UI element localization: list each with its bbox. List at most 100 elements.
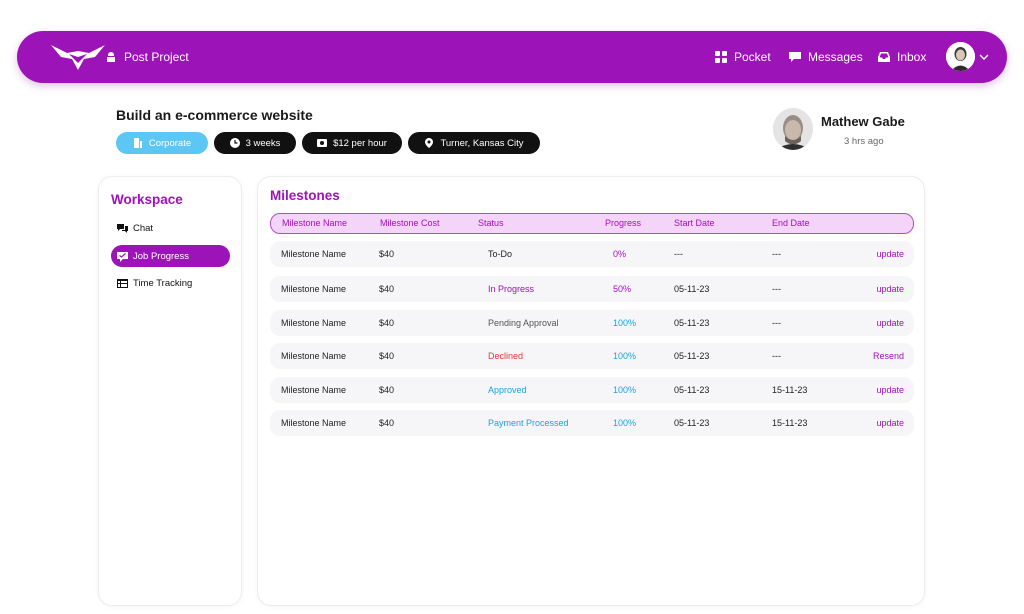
nav-messages[interactable]: Messages xyxy=(789,31,863,83)
column-header-status: Status xyxy=(478,218,504,228)
top-navbar: Post Project Pocket Messages Inbox xyxy=(17,31,1007,83)
column-header-progress: Progress xyxy=(605,218,642,228)
milestone-cost-cell: $40 xyxy=(379,249,395,259)
table-row: Milestone Name $40 To-Do 0% --- --- update xyxy=(270,241,914,267)
table-row: Milestone Name $40 Declined 100% 05-11-23 ---… xyxy=(270,343,914,369)
tag-duration: 3 weeks xyxy=(214,132,296,154)
table-row: Milestone Name $40 In Progress 50% 05-11-23 -… xyxy=(270,276,914,302)
nav-pocket-label: Pocket xyxy=(734,50,771,64)
tag-location-label: Turner, Kansas City xyxy=(440,137,524,149)
sidebar-item-label: Time Tracking xyxy=(133,277,193,289)
milestone-end-date-cell: 15-11-23 xyxy=(772,418,808,428)
milestone-action-link[interactable]: update xyxy=(876,318,904,328)
milestone-start-date-cell: 05-11-23 xyxy=(674,385,710,395)
client-timestamp: 3 hrs ago xyxy=(844,136,884,147)
milestone-end-date-cell: --- xyxy=(772,351,781,361)
table-icon xyxy=(117,278,128,288)
user-avatar-image xyxy=(946,42,975,71)
clock-icon xyxy=(229,138,240,148)
sidebar-item-label: Chat xyxy=(133,222,154,234)
progress-icon xyxy=(117,251,128,262)
post-project-icon xyxy=(107,52,115,62)
milestone-progress-cell: 100% xyxy=(613,351,637,361)
milestone-name-cell: Milestone Name xyxy=(281,284,347,294)
chevron-down-icon[interactable] xyxy=(979,52,989,62)
milestone-status-cell: Pending Approval xyxy=(488,318,559,328)
sidebar-item-time-tracking[interactable]: Time Tracking xyxy=(111,272,230,294)
column-header-start-date: Start Date xyxy=(674,218,715,228)
user-avatar[interactable] xyxy=(946,42,975,71)
column-header-cost: Milestone Cost xyxy=(380,218,440,228)
chat-icon xyxy=(117,223,128,233)
client-avatar[interactable] xyxy=(773,108,813,150)
sidebar-title: Workspace xyxy=(111,192,183,207)
milestone-name-cell: Milestone Name xyxy=(281,385,347,395)
milestone-start-date-cell: 05-11-23 xyxy=(674,318,710,328)
milestone-progress-cell: 100% xyxy=(613,385,637,395)
milestone-end-date-cell: --- xyxy=(772,284,781,294)
milestone-cost-cell: $40 xyxy=(379,284,395,294)
tag-location: Turner, Kansas City xyxy=(408,132,540,154)
milestone-action-link[interactable]: update xyxy=(876,284,904,294)
milestone-cost-cell: $40 xyxy=(379,318,395,328)
nav-inbox-label: Inbox xyxy=(897,50,927,64)
post-project-link[interactable]: Post Project xyxy=(105,31,189,83)
milestone-start-date-cell: 05-11-23 xyxy=(674,284,710,294)
milestone-status-cell: Declined xyxy=(488,351,524,361)
grid-icon xyxy=(715,51,727,63)
inbox-icon xyxy=(878,52,890,62)
milestone-start-date-cell: 05-11-23 xyxy=(674,418,710,428)
milestone-progress-cell: 100% xyxy=(613,318,637,328)
milestone-action-link[interactable]: update xyxy=(876,418,904,428)
milestone-name-cell: Milestone Name xyxy=(281,418,347,428)
milestone-status-cell: In Progress xyxy=(488,284,535,294)
project-title: Build an e-commerce website xyxy=(116,107,313,123)
tag-rate-label: $12 per hour xyxy=(333,137,387,149)
milestones-panel: Milestones Milestone Name Milestone Cost… xyxy=(257,176,925,606)
tag-category: Corporate xyxy=(116,132,208,154)
sidebar-item-label: Job Progress xyxy=(133,250,189,262)
milestone-start-date-cell: --- xyxy=(674,249,683,259)
logo-icon[interactable] xyxy=(51,43,105,71)
milestone-cost-cell: $40 xyxy=(379,418,395,428)
milestone-cost-cell: $40 xyxy=(379,385,395,395)
column-header-name: Milestone Name xyxy=(282,218,348,228)
money-icon xyxy=(317,139,328,147)
location-pin-icon xyxy=(425,138,434,148)
message-icon xyxy=(789,52,801,62)
tag-duration-label: 3 weeks xyxy=(245,137,281,149)
milestone-end-date-cell: --- xyxy=(772,249,781,259)
milestone-status-cell: To-Do xyxy=(488,249,513,259)
building-icon xyxy=(133,138,142,148)
client-avatar-image xyxy=(773,108,813,150)
table-row: Milestone Name $40 Payment Processed 100% 05… xyxy=(270,410,914,436)
milestones-title: Milestones xyxy=(270,188,340,203)
milestone-progress-cell: 50% xyxy=(613,284,632,294)
milestones-table-header: Milestone Name Milestone Cost Status Pro… xyxy=(270,213,914,234)
milestone-action-link[interactable]: update xyxy=(876,249,904,259)
sidebar-item-job-progress[interactable]: Job Progress xyxy=(111,245,230,267)
milestone-action-link[interactable]: Resend xyxy=(873,351,904,361)
milestone-end-date-cell: 15-11-23 xyxy=(772,385,808,395)
sidebar-item-chat[interactable]: Chat xyxy=(111,217,230,239)
milestone-name-cell: Milestone Name xyxy=(281,318,347,328)
milestone-end-date-cell: --- xyxy=(772,318,781,328)
milestone-progress-cell: 0% xyxy=(613,249,627,259)
milestone-status-cell: Approved xyxy=(488,385,527,395)
milestone-start-date-cell: 05-11-23 xyxy=(674,351,710,361)
nav-pocket[interactable]: Pocket xyxy=(715,31,771,83)
milestone-name-cell: Milestone Name xyxy=(281,351,347,361)
nav-inbox[interactable]: Inbox xyxy=(878,31,926,83)
column-header-end-date: End Date xyxy=(772,218,810,228)
post-project-label: Post Project xyxy=(124,50,189,64)
workspace-sidebar: Workspace Chat Job Progress Time Trackin… xyxy=(98,176,242,606)
table-row: Milestone Name $40 Approved 100% 05-11-23 15-… xyxy=(270,377,914,403)
nav-messages-label: Messages xyxy=(808,50,863,64)
milestone-status-cell: Payment Processed xyxy=(488,418,569,428)
milestone-name-cell: Milestone Name xyxy=(281,249,347,259)
tag-category-label: Corporate xyxy=(148,137,192,149)
client-name[interactable]: Mathew Gabe xyxy=(821,114,905,129)
milestone-action-link[interactable]: update xyxy=(876,385,904,395)
milestone-progress-cell: 100% xyxy=(613,418,637,428)
table-row: Milestone Name $40 Pending Approval 100% 05-… xyxy=(270,310,914,336)
